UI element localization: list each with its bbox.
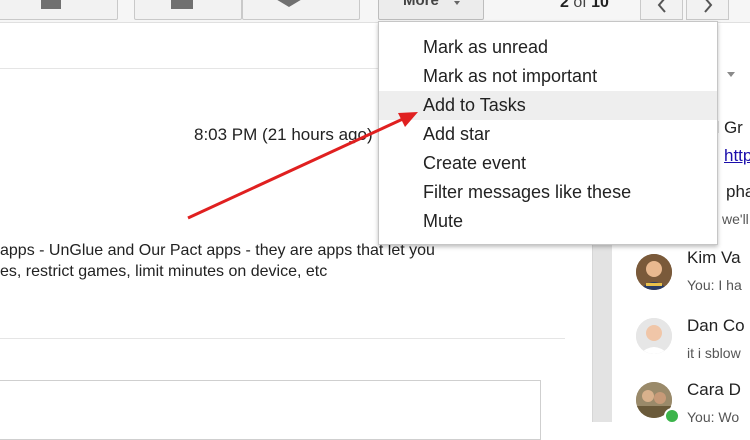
divider [0,338,565,339]
caret-down-icon [454,1,460,5]
contact-snippet: You: I ha [687,277,742,293]
pager-total: 10 [591,0,609,11]
menu-item-add-to-tasks[interactable]: Add to Tasks [379,91,717,120]
message-body-line: apps - UnGlue and Our Pact apps - they a… [0,242,435,259]
more-label: More [403,0,439,9]
contact-name[interactable]: Cara D [687,380,741,400]
contact-name-partial[interactable]: pha [726,182,750,202]
archive-button[interactable] [0,0,118,20]
more-actions-menu: Mark as unread Mark as not important Add… [378,21,718,245]
toolbar: More 2 of 10 [0,0,750,23]
chevron-down-icon[interactable] [727,72,735,77]
contact-name[interactable]: Kim Va [687,248,741,268]
more-button[interactable]: More [378,0,484,20]
message-body-line: es, restrict games, limit minutes on dev… [0,263,328,280]
menu-item-mark-unread[interactable]: Mark as unread [379,33,717,62]
folder-icon [171,0,193,9]
contact-snippet-partial: we'll [722,211,749,227]
chevron-left-icon [657,0,666,13]
avatar-photo [636,318,672,354]
message-time: 8:03 PM (21 hours ago) [194,125,373,144]
pager-of: of [573,0,587,11]
avatar[interactable] [636,318,672,354]
pager-current: 2 [560,0,569,11]
menu-item-mark-not-important[interactable]: Mark as not important [379,62,717,91]
menu-item-filter-messages[interactable]: Filter messages like these [379,178,717,207]
tag-button[interactable] [242,0,360,20]
avatar[interactable] [636,254,672,290]
chevron-right-icon [704,0,713,13]
contact-snippet: You: Wo [687,409,740,425]
menu-item-add-star[interactable]: Add star [379,120,717,149]
reply-box[interactable] [0,380,541,440]
menu-item-mute[interactable]: Mute [379,207,717,236]
contact-link-partial[interactable]: http [724,146,750,166]
contact-snippet: it i sblow [687,345,741,361]
label-button[interactable] [134,0,242,20]
pager-text: 2 of 10 [560,0,609,12]
newer-button[interactable] [640,0,683,20]
menu-item-create-event[interactable]: Create event [379,149,717,178]
archive-icon [41,0,61,9]
avatar-photo [636,254,672,290]
older-button[interactable] [686,0,729,20]
tag-icon [277,0,301,7]
contact-name[interactable]: Dan Co [687,316,745,336]
